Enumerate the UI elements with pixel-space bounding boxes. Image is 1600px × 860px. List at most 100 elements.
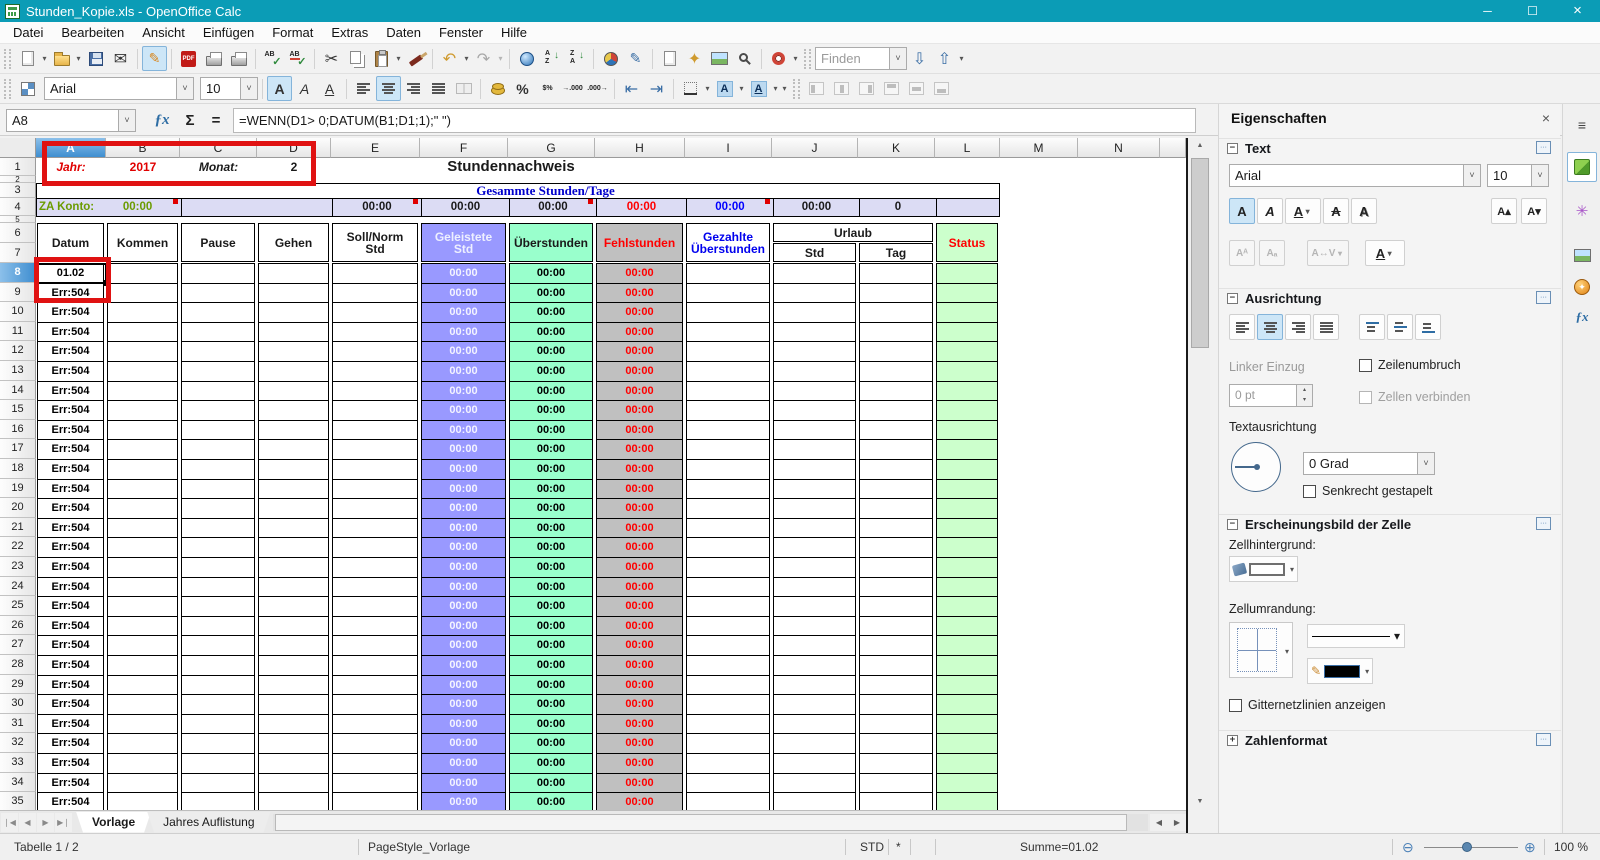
cell-B35[interactable]: [107, 792, 178, 810]
cell-I29[interactable]: [686, 674, 770, 696]
row-header-34[interactable]: 34: [0, 772, 36, 793]
new-document-button[interactable]: [15, 46, 40, 71]
object-align-right-button[interactable]: [854, 76, 879, 101]
cell-C19[interactable]: [181, 478, 255, 500]
row-header-33[interactable]: 33: [0, 753, 36, 773]
sidebar-shadow-button[interactable]: A: [1351, 198, 1377, 224]
cell-D34[interactable]: [258, 772, 329, 794]
cell-A23[interactable]: Err:504: [37, 557, 104, 578]
cell-F33[interactable]: 00:00: [421, 753, 506, 774]
cell-G13[interactable]: 00:00: [509, 361, 593, 382]
angle-value[interactable]: 0 Grad: [1304, 456, 1417, 471]
cell-L34[interactable]: [936, 772, 998, 794]
cell-L9[interactable]: [936, 282, 998, 304]
row-header-35[interactable]: 35: [0, 792, 36, 810]
last-sheet-button[interactable]: ▶❘: [55, 812, 72, 832]
vertical-scrollbar-thumb[interactable]: [1191, 158, 1209, 348]
column-header-L[interactable]: L: [935, 138, 1000, 158]
cell-B32[interactable]: [107, 733, 178, 754]
cell-D12[interactable]: [258, 341, 329, 362]
cell-J11[interactable]: [773, 321, 856, 343]
merge-cells-box[interactable]: [1359, 390, 1372, 404]
cell-K9[interactable]: [859, 282, 933, 304]
cell-K32[interactable]: [859, 733, 933, 754]
cell-A29[interactable]: Err:504: [37, 674, 104, 696]
text-dialog-launcher-icon[interactable]: ···: [1536, 141, 1551, 154]
sidebar-underline-dropdown[interactable]: ▾: [1303, 207, 1312, 216]
formatting-overflow[interactable]: ▾: [780, 84, 789, 93]
cell-H4[interactable]: 00:00: [596, 199, 686, 216]
stacked-box[interactable]: [1303, 484, 1316, 498]
cut-button[interactable]: ✂: [319, 46, 344, 71]
scroll-right-button[interactable]: ▶: [1168, 813, 1186, 831]
cell-K14[interactable]: [859, 380, 933, 402]
cell-K34[interactable]: [859, 772, 933, 794]
cell-I30[interactable]: [686, 694, 770, 715]
cell-H11[interactable]: 00:00: [596, 321, 683, 343]
cell-E26[interactable]: [332, 615, 418, 637]
paste-dropdown[interactable]: ▾: [394, 54, 403, 63]
row-header-20[interactable]: 20: [0, 498, 36, 518]
cell-I17[interactable]: [686, 439, 770, 460]
cell-C15[interactable]: [181, 400, 255, 421]
cell-K22[interactable]: [859, 537, 933, 558]
cell-K11[interactable]: [859, 321, 933, 343]
menu-item-fenster[interactable]: Fenster: [430, 22, 492, 44]
cell-C20[interactable]: [181, 498, 255, 519]
cell-B23[interactable]: [107, 557, 178, 578]
cell-A12[interactable]: Err:504: [37, 341, 104, 362]
line-style-dropdown[interactable]: ▾: [1394, 629, 1400, 643]
font-size-combobox[interactable]: 10 ˅: [200, 77, 258, 100]
cell-D9[interactable]: [258, 282, 329, 304]
column-header-E[interactable]: E: [331, 138, 420, 158]
cell-I9[interactable]: [686, 282, 770, 304]
cell-G16[interactable]: 00:00: [509, 419, 593, 441]
cell-E30[interactable]: [332, 694, 418, 715]
border-color-dropdown[interactable]: ▾: [1365, 667, 1369, 676]
cell-G21[interactable]: 00:00: [509, 517, 593, 539]
show-gridlines-box[interactable]: [1229, 698, 1242, 712]
cell-K13[interactable]: [859, 361, 933, 382]
cell-F13[interactable]: 00:00: [421, 361, 506, 382]
redo-dropdown[interactable]: ▾: [496, 54, 505, 63]
row-header-8[interactable]: 8: [0, 263, 36, 283]
cell-L27[interactable]: [936, 635, 998, 656]
cell-B29[interactable]: [107, 674, 178, 696]
section-cell-appearance[interactable]: − Erscheinungsbild der Zelle ···: [1219, 514, 1561, 534]
cell-F20[interactable]: 00:00: [421, 498, 506, 519]
object-align-grip[interactable]: [793, 78, 800, 99]
cell-E13[interactable]: [332, 361, 418, 382]
cell-B4[interactable]: 00:00: [94, 199, 181, 216]
row-header-32[interactable]: 32: [0, 733, 36, 753]
collapse-icon[interactable]: −: [1227, 143, 1238, 154]
new-document-dropdown[interactable]: ▾: [40, 54, 49, 63]
object-align-left-button[interactable]: [804, 76, 829, 101]
cell-G25[interactable]: 00:00: [509, 596, 593, 617]
border-color-button[interactable]: ✎ ▾: [1307, 658, 1374, 684]
copy-button[interactable]: [344, 46, 369, 71]
undo-dropdown[interactable]: ▾: [462, 54, 471, 63]
auto-spellcheck-button[interactable]: AB ✓: [285, 46, 310, 71]
cell-F30[interactable]: 00:00: [421, 694, 506, 715]
cell-I31[interactable]: [686, 713, 770, 735]
row-header-24[interactable]: 24: [0, 576, 36, 597]
object-align-top-button[interactable]: [879, 76, 904, 101]
cell-border-dropdown[interactable]: ▾: [1285, 647, 1289, 656]
cell-C12[interactable]: [181, 341, 255, 362]
sidebar-font-color-dropdown[interactable]: ▾: [1385, 249, 1394, 258]
row-header-2[interactable]: 2: [0, 176, 36, 183]
cell-L10[interactable]: [936, 302, 998, 323]
cell-E29[interactable]: [332, 674, 418, 696]
sheet-tab-vorlage[interactable]: Vorlage: [76, 812, 151, 833]
wrap-text-box[interactable]: [1359, 358, 1372, 372]
cell-A15[interactable]: Err:504: [37, 400, 104, 421]
row-header-18[interactable]: 18: [0, 459, 36, 479]
cell-C30[interactable]: [181, 694, 255, 715]
cell-F31[interactable]: 00:00: [421, 713, 506, 735]
cell-K27[interactable]: [859, 635, 933, 656]
navigator-button[interactable]: ✦: [682, 46, 707, 71]
cell-F22[interactable]: 00:00: [421, 537, 506, 558]
font-name-combobox[interactable]: Arial ˅: [44, 77, 194, 100]
cell-J27[interactable]: [773, 635, 856, 656]
cell-B13[interactable]: [107, 361, 178, 382]
